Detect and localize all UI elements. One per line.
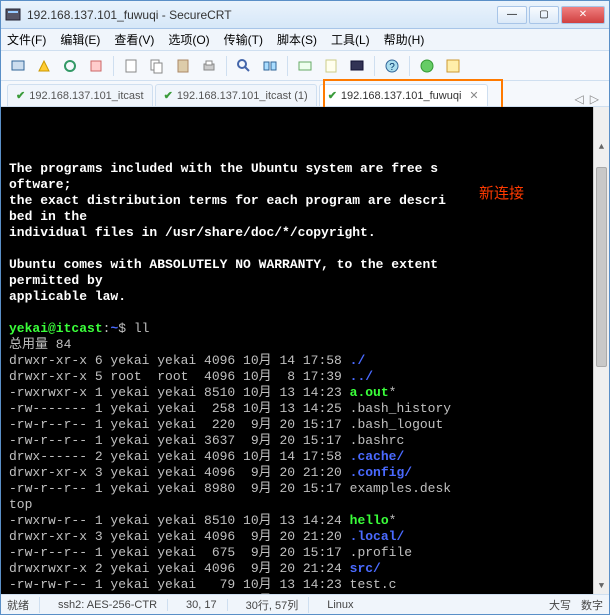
app-window: 192.168.137.101_fuwuqi - SecureCRT — ▢ ✕…: [0, 0, 610, 615]
log-icon[interactable]: [320, 55, 342, 77]
menu-options[interactable]: 选项(O): [168, 31, 209, 48]
separator-icon: [287, 56, 288, 76]
app-icon: [5, 7, 21, 23]
options-icon[interactable]: [442, 55, 464, 77]
terminal[interactable]: The programs included with the Ubuntu sy…: [1, 107, 609, 594]
help-icon[interactable]: ?: [381, 55, 403, 77]
tab-label: 192.168.137.101_itcast (1): [177, 90, 308, 102]
check-icon: ✔: [16, 89, 25, 102]
scroll-up-icon[interactable]: ▲: [594, 139, 609, 155]
screen-icon[interactable]: [346, 55, 368, 77]
find-icon[interactable]: [233, 55, 255, 77]
reconnect-icon[interactable]: [59, 55, 81, 77]
menu-help[interactable]: 帮助(H): [384, 31, 425, 48]
status-cipher: ssh2: AES-256-CTR: [58, 599, 168, 611]
status-state: 就绪: [7, 597, 40, 613]
tab-session-3[interactable]: ✔ 192.168.137.101_fuwuqi ✕: [319, 84, 488, 106]
disconnect-icon[interactable]: [85, 55, 107, 77]
status-os: Linux: [327, 599, 353, 611]
menu-view[interactable]: 查看(V): [114, 31, 154, 48]
svg-text:?: ?: [389, 62, 395, 73]
minimize-button[interactable]: —: [497, 6, 527, 24]
toolbar: ?: [1, 51, 609, 81]
menu-transfer[interactable]: 传输(T): [224, 31, 263, 48]
scrollbar[interactable]: ▲ ▼: [593, 107, 609, 594]
tab-session-1[interactable]: ✔ 192.168.137.101_itcast: [7, 84, 153, 106]
check-icon: ✔: [164, 89, 173, 102]
status-cursor-pos: 30, 17: [186, 599, 228, 611]
separator-icon: [113, 56, 114, 76]
menu-edit[interactable]: 编辑(E): [60, 31, 100, 48]
separator-icon: [374, 56, 375, 76]
check-icon: ✔: [328, 89, 337, 102]
separator-icon: [226, 56, 227, 76]
paste-icon[interactable]: [172, 55, 194, 77]
menu-file[interactable]: 文件(F): [7, 31, 46, 48]
statusbar: 就绪 ssh2: AES-256-CTR 30, 17 30行, 57列 Lin…: [1, 594, 609, 614]
properties-icon[interactable]: [120, 55, 142, 77]
status-caps: 大写: [549, 597, 571, 613]
window-title: 192.168.137.101_fuwuqi - SecureCRT: [27, 8, 497, 22]
quick-connect-icon[interactable]: [33, 55, 55, 77]
scroll-down-icon[interactable]: ▼: [594, 578, 609, 594]
menubar: 文件(F) 编辑(E) 查看(V) 选项(O) 传输(T) 脚本(S) 工具(L…: [1, 29, 609, 51]
close-icon[interactable]: ✕: [469, 89, 478, 102]
print-icon[interactable]: [198, 55, 220, 77]
tabbar: ✔ 192.168.137.101_itcast ✔ 192.168.137.101…: [1, 81, 609, 107]
new-tab-icon[interactable]: [294, 55, 316, 77]
status-num: 数字: [581, 597, 603, 613]
tab-nav-right[interactable]: ▷: [590, 92, 599, 106]
sessions-icon[interactable]: [259, 55, 281, 77]
maximize-button[interactable]: ▢: [529, 6, 559, 24]
connect-icon[interactable]: [7, 55, 29, 77]
copy-icon[interactable]: [146, 55, 168, 77]
tab-label: 192.168.137.101_fuwuqi: [341, 90, 462, 102]
menu-script[interactable]: 脚本(S): [277, 31, 317, 48]
menu-tools[interactable]: 工具(L): [331, 31, 370, 48]
tab-label: 192.168.137.101_itcast: [29, 90, 143, 102]
scroll-thumb[interactable]: [596, 167, 607, 367]
tab-nav-left[interactable]: ◁: [575, 92, 584, 106]
transfer-icon[interactable]: [416, 55, 438, 77]
tab-session-2[interactable]: ✔ 192.168.137.101_itcast (1): [155, 84, 317, 106]
separator-icon: [409, 56, 410, 76]
close-button[interactable]: ✕: [561, 6, 605, 24]
titlebar[interactable]: 192.168.137.101_fuwuqi - SecureCRT — ▢ ✕: [1, 1, 609, 29]
status-size: 30行, 57列: [246, 597, 310, 613]
